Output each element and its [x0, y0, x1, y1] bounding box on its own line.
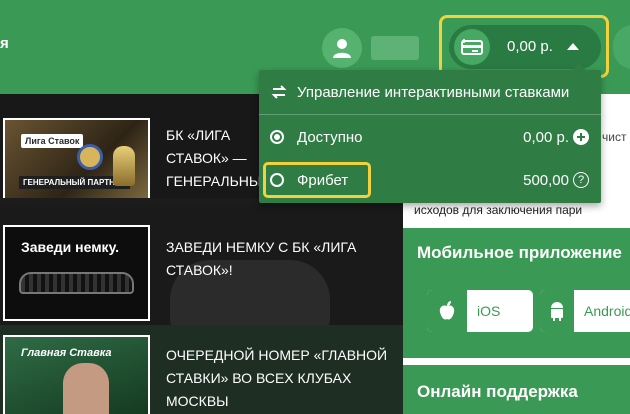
- user-icon: [333, 39, 351, 58]
- clear-link-partial[interactable]: чист: [602, 130, 626, 144]
- user-avatar-button[interactable]: [322, 28, 362, 68]
- available-radio[interactable]: [270, 130, 284, 144]
- dropdown-divider: [259, 114, 601, 115]
- freebet-label: Фрибет: [297, 171, 349, 189]
- car-grille-image: [19, 272, 134, 294]
- wallet-icon: [454, 29, 490, 65]
- android-icon: [540, 290, 574, 332]
- ios-app-button[interactable]: iOS: [427, 290, 533, 332]
- thumb-magazine-text: Главная Ставка: [21, 347, 112, 359]
- apple-icon: [427, 290, 467, 332]
- news-thumbnail: Заведи немку.: [3, 225, 150, 321]
- mobile-app-section: Мобильное приложение iOS Android: [403, 228, 630, 358]
- online-support-section[interactable]: Онлайн поддержка: [403, 365, 630, 414]
- freebet-option[interactable]: Фрибет 500,00 ?: [259, 165, 601, 195]
- manage-interactive-bets-item[interactable]: Управление интерактивными ставками: [259, 78, 601, 106]
- news-item[interactable]: Заведи немку. ЗАВЕДИ НЕМКУ С БК «ЛИГА СТ…: [0, 205, 403, 325]
- online-support-title: Онлайн поддержка: [417, 382, 578, 401]
- available-balance-option[interactable]: Доступно 0,00 р.: [259, 122, 601, 152]
- balance-dropdown: Управление интерактивными ставками Досту…: [259, 63, 601, 203]
- header-edge-text: я: [0, 35, 9, 52]
- help-icon[interactable]: ?: [573, 172, 589, 188]
- manage-interactive-bets-label: Управление интерактивными ставками: [297, 83, 570, 101]
- freebet-radio[interactable]: [270, 173, 284, 187]
- news-thumbnail: Лига Ставок ГЕНЕРАЛЬНЫЙ ПАРТНЕР: [3, 118, 150, 198]
- user-name-redacted[interactable]: [371, 36, 419, 60]
- available-label: Доступно: [297, 128, 363, 146]
- news-thumbnail: Главная Ставка: [3, 335, 150, 414]
- available-value: 0,00 р.: [523, 128, 569, 146]
- swap-icon: [271, 85, 287, 99]
- thumb-headline-text: Заведи немку.: [21, 239, 120, 255]
- caret-up-icon: [567, 43, 579, 50]
- android-app-button[interactable]: Android: [540, 290, 630, 332]
- header-extra-button[interactable]: [613, 25, 630, 69]
- trophy-icon: [113, 146, 135, 186]
- news-item[interactable]: Главная Ставка ОЧЕРЕДНОЙ НОМЕР «ГЛАВНОЙ …: [0, 325, 403, 414]
- news-title[interactable]: ЗАВЕДИ НЕМКУ С БК «ЛИГА СТАВОК»!: [166, 236, 396, 282]
- news-title[interactable]: ОЧЕРЕДНОЙ НОМЕР «ГЛАВНОЙ СТАВКИ» ВО ВСЕХ…: [166, 344, 396, 413]
- thumb-logo-text: Лига Ставок: [21, 134, 84, 148]
- dropdown-pointer: [571, 63, 587, 71]
- freebet-value: 500,00: [523, 171, 569, 189]
- android-label: Android: [584, 303, 630, 319]
- mobile-app-title: Мобильное приложение: [417, 243, 622, 262]
- player-photo: [63, 363, 109, 414]
- balance-amount: 0,00 р.: [507, 38, 553, 55]
- plus-circle-icon[interactable]: [573, 129, 589, 145]
- ios-label: iOS: [477, 303, 501, 319]
- emblem-icon: [77, 144, 103, 170]
